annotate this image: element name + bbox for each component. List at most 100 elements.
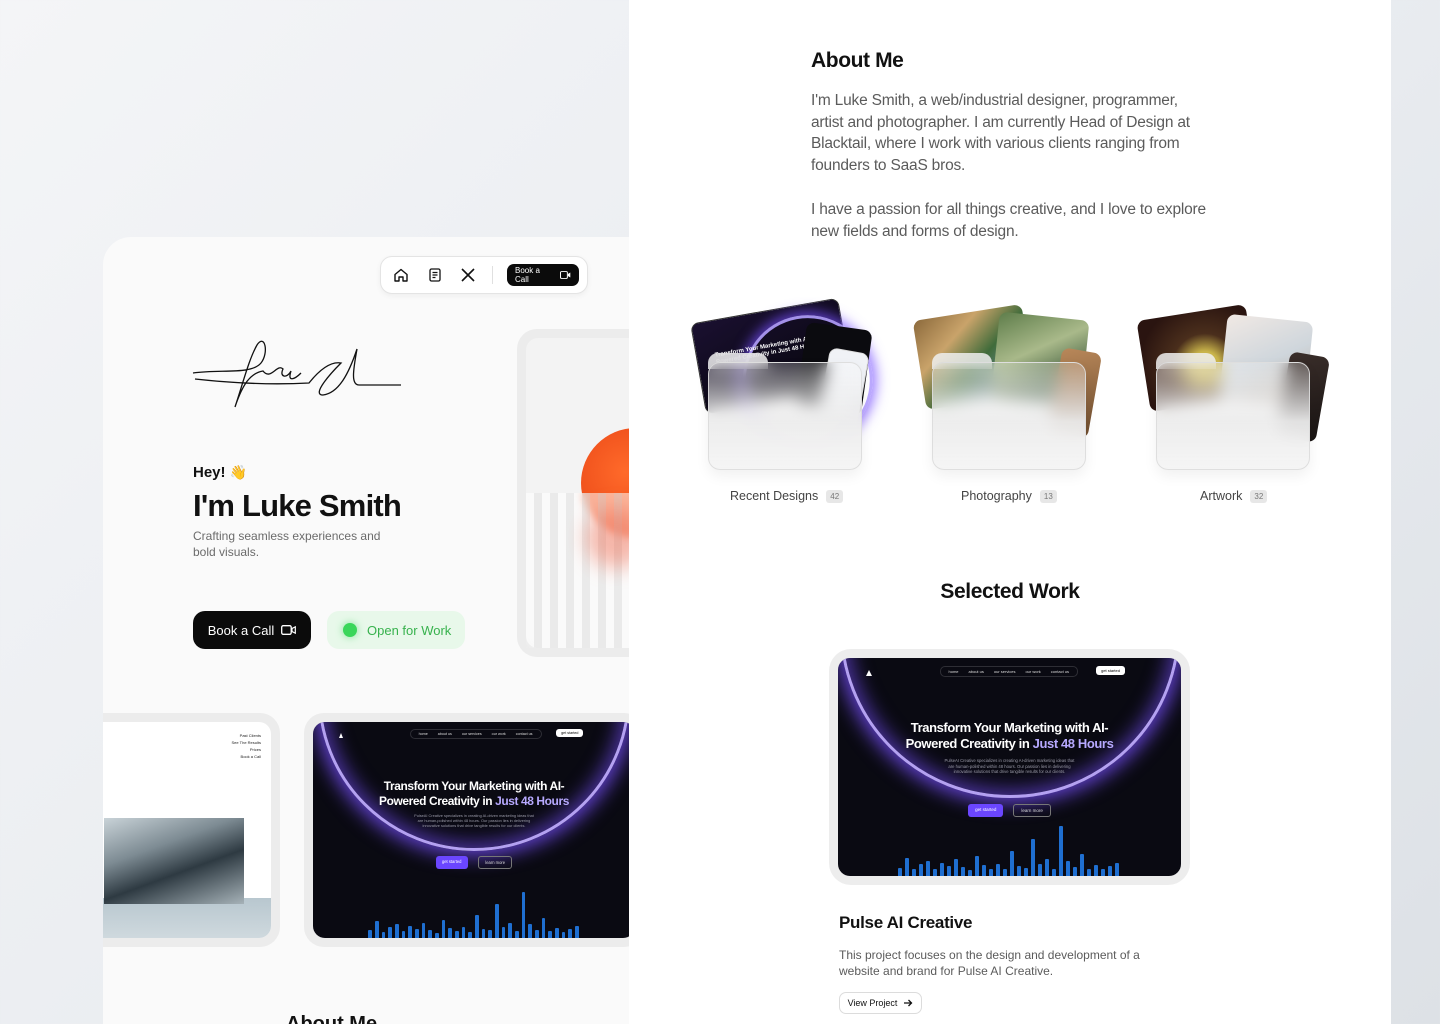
dashboard-bar (381, 931, 386, 938)
view-project-label: View Project (847, 998, 898, 1008)
selected-work-title: Selected Work (940, 580, 1080, 603)
dashboard-bar (575, 925, 579, 938)
pulse-nav-item: our services (993, 669, 1016, 674)
folder-label-recent-designs[interactable]: Recent Designs 42 (730, 489, 844, 503)
dashboard-bar (548, 931, 552, 938)
open-for-work-badge: Open for Work (327, 611, 465, 649)
dashboard-bar (434, 932, 439, 938)
dashboard-bar (501, 927, 506, 938)
dashboard-bar (474, 915, 479, 938)
pulse-title-line: Transform Your Marketing with AI- (910, 720, 1109, 735)
pulse-title-line: Transform Your Marketing with AI- (383, 779, 565, 794)
dashboard-bar (933, 868, 937, 876)
pulse-nav-bar: home about us our services our work contact … (939, 666, 1079, 677)
dashboard-bar (1003, 869, 1007, 876)
dashboard-bar (1108, 866, 1112, 876)
nav-divider (492, 266, 493, 284)
building-photo (104, 818, 244, 904)
dashboard-bar (968, 870, 972, 876)
pulse-dashboard-bars (898, 816, 1119, 876)
dashboard-bar (1045, 859, 1049, 876)
triangle-logo-icon (338, 733, 343, 739)
pulse-nav-item: contact us (1050, 669, 1070, 674)
dashboard-bar (1115, 862, 1119, 876)
project-description: This project focuses on the design and d… (839, 948, 1140, 978)
hero-name: I'm Luke Smith (193, 488, 402, 523)
folder-recent-designs[interactable]: Transform Your Marketing with AI- Powered… (690, 297, 884, 486)
dashboard-bar (905, 857, 909, 876)
blog-icon[interactable] (425, 265, 445, 285)
dashboard-bar (1094, 865, 1098, 876)
pulse-nav-item: about us (968, 669, 984, 674)
pulse-dashboard-bars (368, 883, 579, 938)
folder-icon (1156, 362, 1310, 470)
dashboard-bar (528, 924, 532, 938)
dashboard-bar (441, 919, 446, 938)
folder-count-badge: 13 (1039, 489, 1057, 503)
dashboard-bar (368, 930, 372, 938)
dashboard-bar (975, 856, 979, 876)
book-call-label: Book a Call (207, 622, 275, 638)
dashboard-bar (989, 868, 993, 876)
view-project-button[interactable]: View Project (839, 992, 922, 1014)
project-card-pulse[interactable]: home about us our services our work contact … (829, 649, 1190, 885)
dashboard-bar (1080, 854, 1084, 876)
pulse-nav-item: our work (1025, 669, 1041, 674)
project-thumbnail-pulse[interactable]: home about us our services our work contact … (304, 713, 644, 947)
folder-icon (708, 362, 862, 470)
greeting: Hey! 👋 (193, 464, 247, 481)
pulse-cta-group: get started learn more (313, 856, 635, 869)
dashboard-bar (940, 862, 944, 876)
project-thumbnail-architecture[interactable]: Past Clients See The Results Prices Book… (103, 713, 280, 947)
home-icon[interactable] (391, 265, 411, 285)
pulse-site-preview: home about us our services our work contact … (838, 658, 1181, 876)
home-page-preview: Book a Call Hey! 👋 I'm Luke Smith Crafti… (103, 237, 663, 1024)
project-title: Pulse AI Creative (839, 913, 973, 932)
dashboard-bar (982, 865, 986, 876)
dashboard-bar (508, 922, 512, 938)
dashboard-bar (454, 931, 459, 938)
dashboard-bar (1066, 861, 1070, 876)
about-page-preview: About Me I'm Luke Smith, a web/industria… (629, 0, 1391, 1024)
dashboard-bar (996, 863, 1000, 876)
pulse-title-text: Powered Creativity in (379, 793, 496, 808)
dashboard-bar (561, 931, 566, 938)
dashboard-bar (919, 864, 923, 876)
waving-hand-icon: 👋 (229, 464, 248, 480)
nav-book-call-button[interactable]: Book a Call (507, 264, 579, 286)
pulse-site-preview: home about us our services our work contact … (313, 722, 635, 938)
status-label: Open for Work (367, 622, 452, 638)
dashboard-bar (488, 930, 492, 938)
dashboard-bar (428, 929, 432, 938)
dashboard-bar (374, 921, 379, 938)
dashboard-bar (1101, 869, 1105, 876)
dashboard-bar (541, 918, 546, 938)
arrow-right-icon (904, 999, 913, 1007)
pulse-hero-description: PulseAI Creative specializes in creating… (944, 758, 1075, 774)
folder-photography[interactable] (912, 303, 1105, 486)
arch-menu-item: Past Clients (239, 733, 261, 738)
dashboard-bar (1038, 864, 1042, 876)
about-paragraph: I have a passion for all things creative… (811, 201, 1206, 240)
video-camera-icon (560, 271, 571, 279)
folder-name: Artwork (1200, 489, 1243, 503)
arch-site-menu: Past Clients See The Results Prices Book… (232, 732, 262, 760)
pulse-get-started-button: get started (556, 729, 584, 738)
about-title: About Me (811, 49, 904, 72)
folder-label-artwork[interactable]: Artwork 32 (1200, 489, 1268, 503)
dashboard-bar (961, 866, 965, 876)
x-logo-icon[interactable] (458, 265, 478, 285)
folder-artwork[interactable] (1136, 303, 1331, 486)
pulse-get-started-button: get started (1096, 666, 1125, 675)
pulse-nav-item: contact us (515, 732, 533, 737)
dashboard-bar (912, 869, 916, 876)
book-call-button[interactable]: Book a Call (193, 611, 311, 649)
folder-label-photography[interactable]: Photography 13 (961, 489, 1057, 503)
dashboard-bar (1017, 866, 1021, 876)
pulse-hero-title: Transform Your Marketing with AI- Powered… (838, 720, 1181, 752)
dashboard-bar (401, 931, 406, 938)
pulse-nav-item: our work (491, 732, 506, 737)
triangle-logo-icon (866, 670, 872, 676)
about-paragraph: I'm Luke Smith, a web/industrial designe… (811, 92, 1190, 174)
pulse-title-line: Powered Creativity in Just 48 Hours (313, 794, 635, 809)
